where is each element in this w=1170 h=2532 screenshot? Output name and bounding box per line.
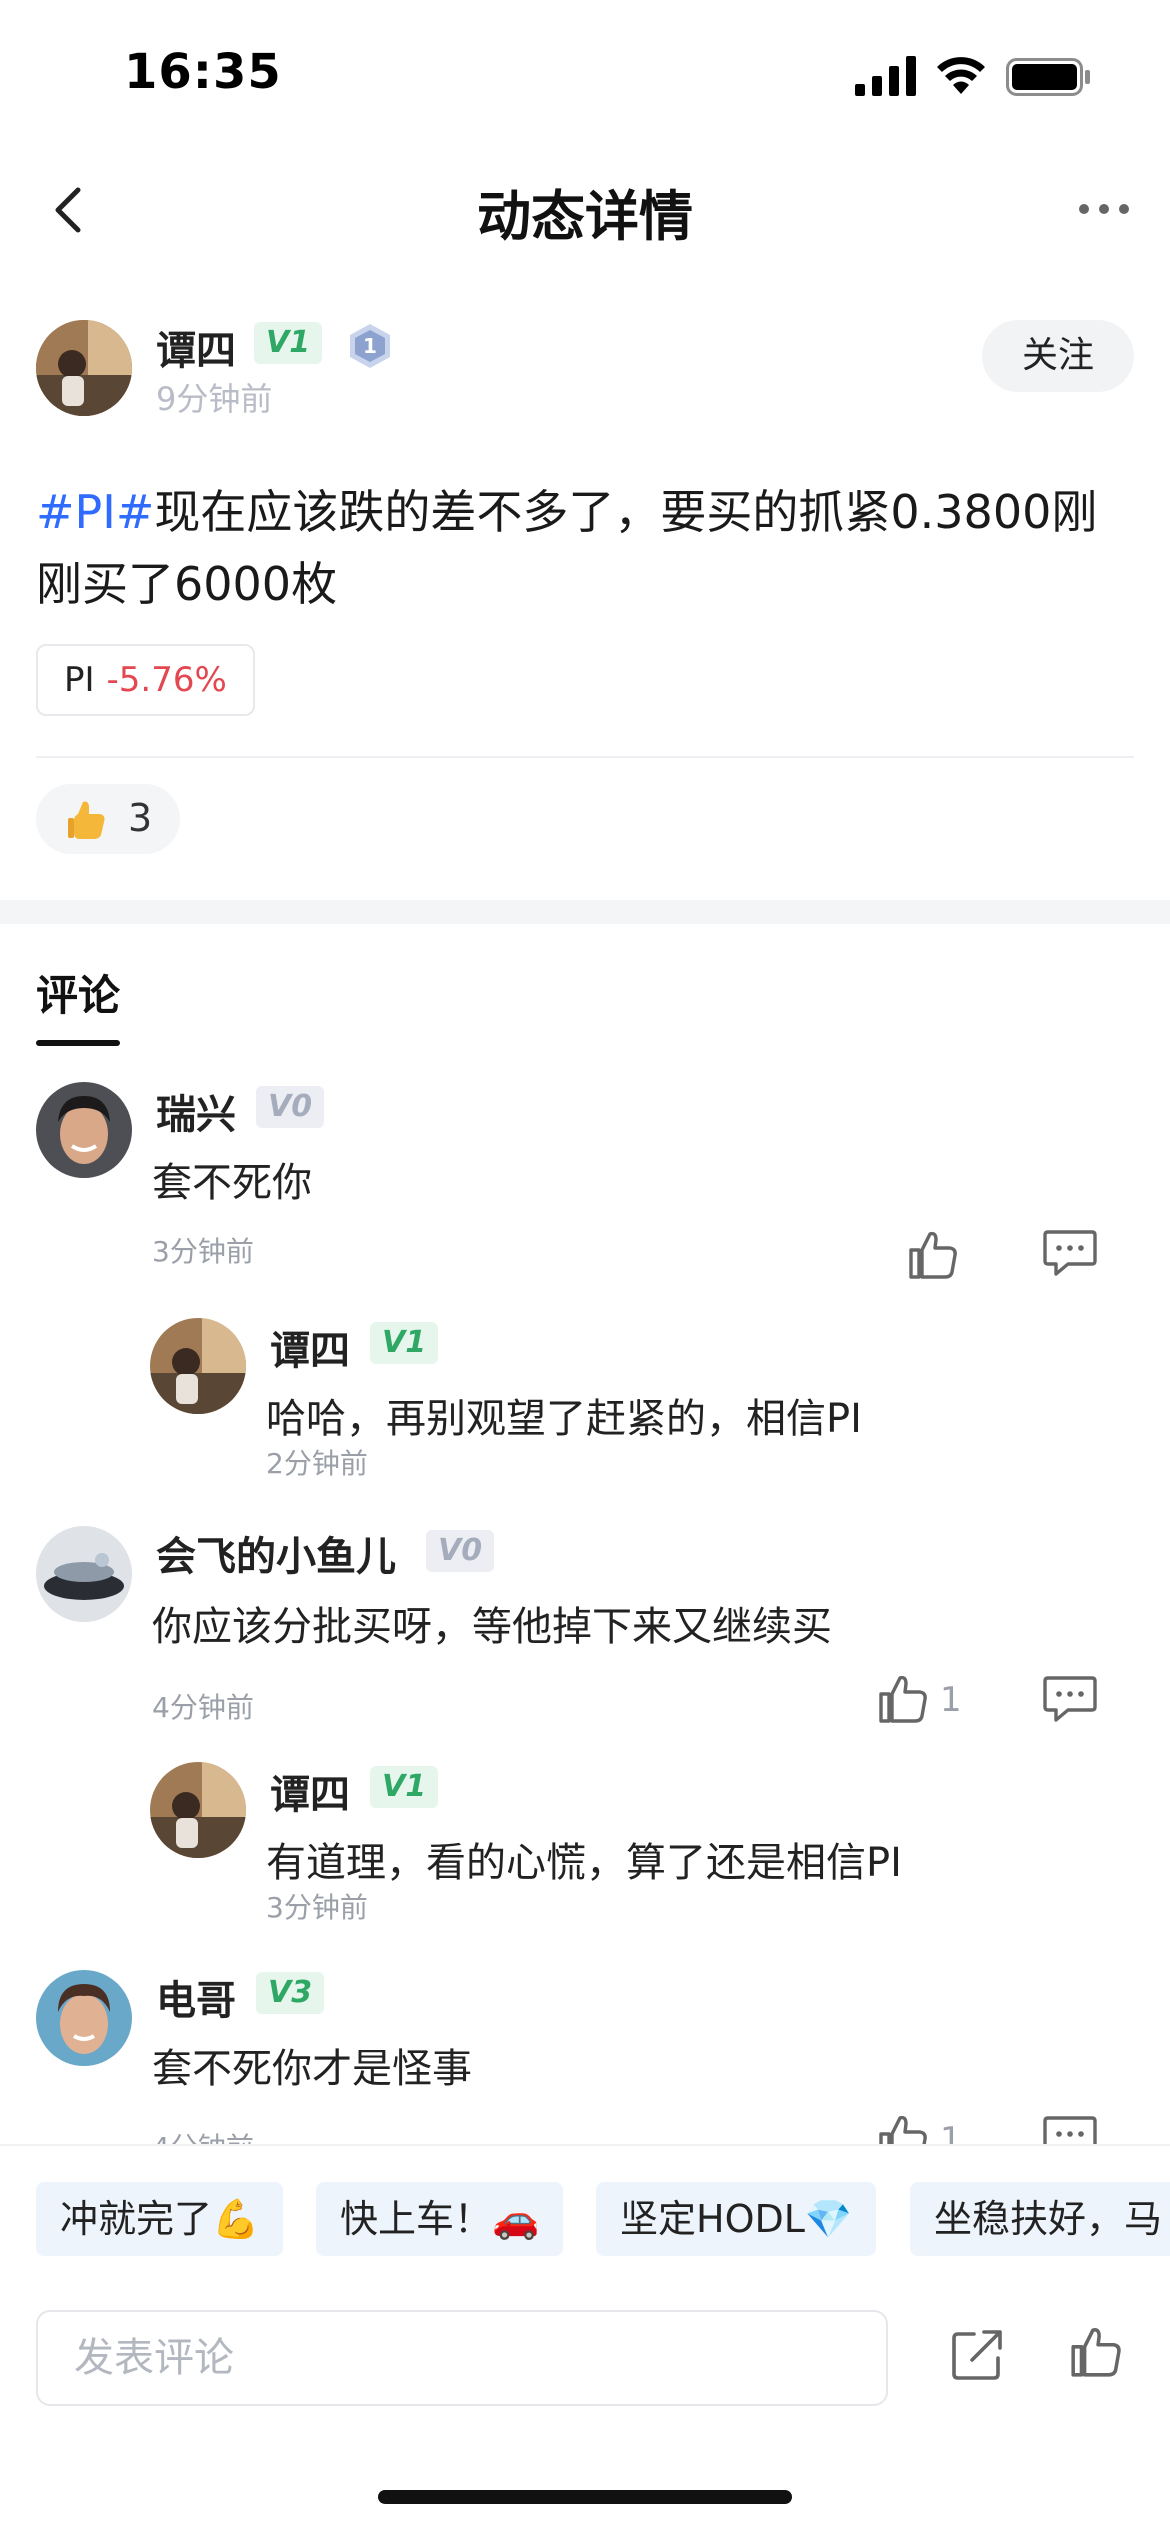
coin-symbol: PI (64, 660, 95, 700)
comment-text: 你应该分批买呀，等他掉下来又继续买 (152, 1604, 832, 1650)
like-icon[interactable] (1068, 2324, 1124, 2380)
quick-reply-chip[interactable]: 快上车！🚗 (316, 2182, 564, 2256)
reply-time: 3分钟前 (266, 1891, 368, 1924)
comment-input[interactable]: 发表评论 (36, 2310, 888, 2406)
post-like-button[interactable]: 3 (36, 784, 180, 854)
commenter-name[interactable]: 瑞兴 (156, 1082, 236, 1140)
comment-reply-icon[interactable] (1042, 1674, 1098, 1724)
level-badge-icon: 1 (350, 324, 390, 368)
svg-text:1: 1 (363, 334, 377, 358)
commenter-avatar[interactable] (36, 1970, 132, 2066)
reply-name[interactable]: 谭四 (270, 1318, 350, 1376)
navigation-bar: 动态详情 (0, 150, 1170, 270)
post-time: 9分钟前 (156, 380, 273, 418)
post-like-count: 3 (128, 796, 153, 840)
tab-underline (36, 1040, 120, 1046)
quick-reply-chip[interactable]: 冲就完了💪 (36, 2182, 284, 2256)
vip-badge: V1 (370, 1766, 439, 1808)
comment-text: 套不死你才是怪事 (152, 2046, 472, 2092)
reply-text: 哈哈，再别观望了赶紧的，相信PI (266, 1396, 862, 1442)
commenter-name[interactable]: 会飞的小鱼儿 (156, 1524, 396, 1582)
author-avatar[interactable] (36, 320, 132, 416)
share-icon[interactable] (950, 2326, 1006, 2382)
divider (36, 756, 1134, 758)
reply-time: 2分钟前 (266, 1447, 368, 1480)
quick-reply-chip[interactable]: 坐稳扶好，马 (910, 2182, 1170, 2256)
reply-name[interactable]: 谭四 (270, 1762, 350, 1820)
status-bar: 16:35 (0, 0, 1170, 150)
commenter-avatar[interactable] (36, 1082, 132, 1178)
page-title: 动态详情 (477, 185, 693, 248)
comment-time: 3分钟前 (152, 1235, 254, 1268)
vip-badge: V0 (256, 1086, 325, 1128)
thumbs-up-emoji-icon (68, 801, 105, 839)
more-options-icon[interactable] (1076, 194, 1132, 224)
author-name[interactable]: 谭四 (156, 318, 236, 376)
comment-time: 4分钟前 (152, 1691, 254, 1724)
battery-icon (1006, 58, 1090, 96)
status-time: 16:35 (124, 44, 282, 100)
vip-badge: V1 (370, 1322, 439, 1364)
reply-avatar[interactable] (150, 1318, 246, 1414)
reply-avatar[interactable] (150, 1762, 246, 1858)
home-indicator (378, 2490, 792, 2504)
vip-badge: V3 (256, 1972, 325, 2014)
vip-badge: V0 (426, 1530, 495, 1572)
commenter-name[interactable]: 电哥 (156, 1968, 236, 2026)
comment-text: 套不死你 (152, 1160, 312, 1206)
comment-like-icon[interactable] (876, 1672, 930, 1726)
post-content: #PI#现在应该跌的差不多了，要买的抓紧0.3800刚刚买了6000枚 (36, 476, 1136, 620)
coin-change: -5.76% (106, 660, 227, 700)
tab-comments[interactable]: 评论 (36, 962, 120, 1023)
hashtag-link[interactable]: #PI# (36, 485, 154, 539)
section-separator (0, 900, 1170, 924)
coin-tag[interactable]: PI -5.76% (36, 644, 255, 716)
comment-like-icon[interactable] (906, 1228, 960, 1282)
follow-button[interactable]: 关注 (982, 320, 1134, 392)
commenter-avatar[interactable] (36, 1526, 132, 1622)
vip-badge: V1 (254, 322, 323, 364)
post-text: 现在应该跌的差不多了，要买的抓紧0.3800刚刚买了6000枚 (36, 485, 1098, 611)
comment-reply-icon[interactable] (1042, 1228, 1098, 1278)
quick-reply-chip[interactable]: 坚定HODL💎 (596, 2182, 877, 2256)
comment-like-count: 1 (940, 1680, 962, 1720)
cellular-signal-icon (855, 56, 916, 96)
reply-text: 有道理，看的心慌，算了还是相信PI (266, 1840, 902, 1886)
wifi-icon (937, 57, 985, 94)
